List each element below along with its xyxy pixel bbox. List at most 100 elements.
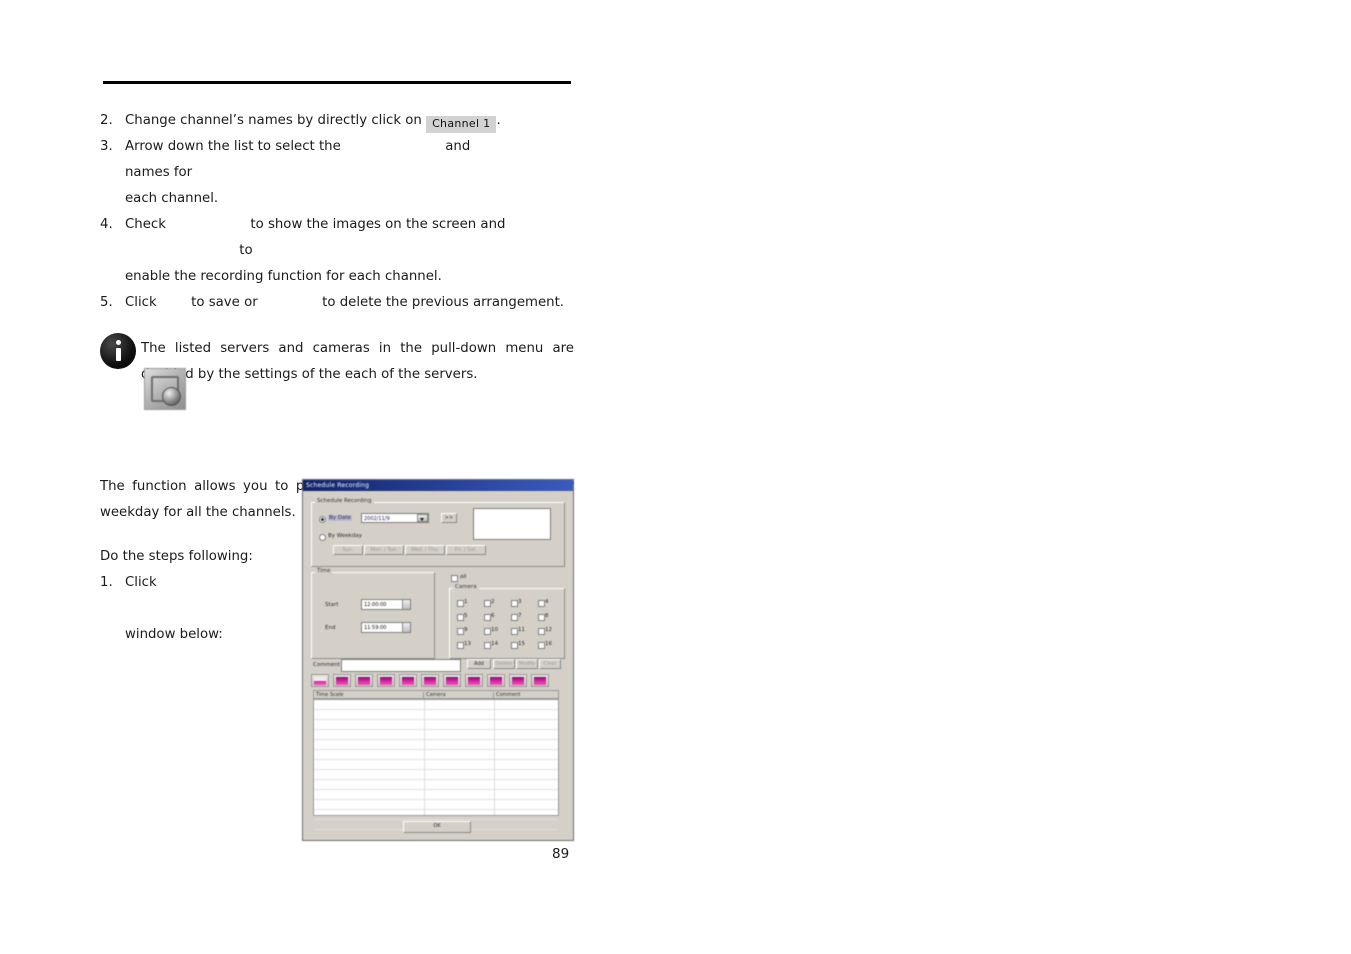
step3-text-b: and <box>445 139 471 154</box>
label-start: Start <box>325 602 339 608</box>
list-item: 4. Check to show the images on the scree… <box>100 212 574 290</box>
modify-button[interactable]: Modify <box>516 659 538 669</box>
weekday-button[interactable]: Mon. / Tue. <box>364 545 404 555</box>
camera-checkbox[interactable] <box>511 614 518 621</box>
table-row[interactable] <box>314 720 558 730</box>
camera-checkbox[interactable] <box>457 600 464 607</box>
camera-checkbox[interactable] <box>457 642 464 649</box>
channel-1-button[interactable]: Channel 1 <box>426 116 497 133</box>
table-row[interactable] <box>314 760 558 770</box>
step2-text: Change channel’s names by directly click… <box>125 113 422 128</box>
channel-toolbar-button[interactable] <box>333 674 351 687</box>
dialog-title-bar: Schedule Recording <box>303 480 573 491</box>
channel-thumb <box>534 677 546 685</box>
channel-toolbar-button[interactable] <box>443 674 461 687</box>
check-all[interactable] <box>451 575 458 582</box>
camera-checkbox[interactable] <box>511 628 518 635</box>
channel-toolbar-button[interactable] <box>311 674 329 687</box>
channel-toolbar-button[interactable] <box>355 674 373 687</box>
schedule-recording-dialog[interactable]: Schedule Recording Schedule Recording By… <box>302 479 574 841</box>
channel-toolbar-button[interactable] <box>531 674 549 687</box>
page-left: 2. Change channel’s names by directly cl… <box>0 0 675 954</box>
channel-toolbar-button[interactable] <box>377 674 395 687</box>
weekday-button[interactable]: Fri. / Sat. <box>446 545 486 555</box>
camera-checkbox[interactable] <box>538 614 545 621</box>
camera-checkbox[interactable] <box>484 600 491 607</box>
camera-checkbox[interactable] <box>457 614 464 621</box>
weekday-button[interactable]: Sun. <box>333 545 363 555</box>
step3-text-c: names for <box>125 165 193 180</box>
camera-checkbox-label: 9 <box>464 627 468 633</box>
camera-checkbox[interactable] <box>484 628 491 635</box>
camera-checkbox[interactable] <box>511 600 518 607</box>
table-row[interactable] <box>314 730 558 740</box>
step4-text-c: to <box>239 243 253 258</box>
camera-checkbox[interactable] <box>457 628 464 635</box>
camera-checkbox-label: 2 <box>491 599 495 605</box>
list-item: 2. Change channel’s names by directly cl… <box>100 108 574 134</box>
schedule-icon-lens <box>162 387 181 406</box>
delete-button[interactable]: Delete <box>493 659 515 669</box>
comment-input[interactable] <box>341 659 461 672</box>
add-date-button[interactable]: >> <box>441 513 457 523</box>
camera-checkbox[interactable] <box>511 642 518 649</box>
table-row[interactable] <box>314 700 558 710</box>
settled-time-box[interactable] <box>473 508 551 540</box>
list-text: Click to save or to delete the previous … <box>125 290 574 316</box>
camera-checkbox[interactable] <box>538 628 545 635</box>
start-time-spin-arrows[interactable] <box>402 600 410 609</box>
channel-toolbar-button[interactable] <box>421 674 439 687</box>
list-number: 4. <box>100 217 113 232</box>
camera-checkbox[interactable] <box>538 600 545 607</box>
table-row[interactable] <box>314 800 558 810</box>
step4-text-a: Check <box>125 217 166 232</box>
clear-button[interactable]: Clear <box>539 659 561 669</box>
step5-text-a: Click <box>125 295 157 310</box>
table-row[interactable] <box>314 710 558 720</box>
camera-checkbox-label: 7 <box>518 613 522 619</box>
channel-toolbar-button[interactable] <box>509 674 527 687</box>
table-row[interactable] <box>314 780 558 790</box>
end-time-spinner[interactable]: 11:59:00 <box>361 622 411 633</box>
table-row[interactable] <box>314 750 558 760</box>
chevron-down-icon[interactable] <box>417 514 428 522</box>
list-number: 5. <box>100 295 113 310</box>
camera-checkbox-label: 16 <box>545 641 552 647</box>
schedule-list-header: Time Scale Camera Comment <box>313 690 559 699</box>
date-combo[interactable]: 2002/11/9 <box>361 513 429 523</box>
date-combo-value: 2002/11/9 <box>364 515 390 522</box>
camera-checkbox[interactable] <box>538 642 545 649</box>
channel-toolbar-button[interactable] <box>399 674 417 687</box>
table-row[interactable] <box>314 770 558 780</box>
add-button[interactable]: Add <box>467 659 491 669</box>
list-divider <box>424 700 425 815</box>
end-time-spin-arrows[interactable] <box>402 623 410 632</box>
ok-button[interactable]: OK <box>403 821 471 833</box>
time-group <box>311 572 435 659</box>
table-row[interactable] <box>314 810 558 820</box>
channel-toolbar-button[interactable] <box>487 674 505 687</box>
camera-checkbox[interactable] <box>484 642 491 649</box>
step1-text-c: window below: <box>125 627 223 642</box>
end-time-value: 11:59:00 <box>364 625 387 631</box>
label-by-date: By Date <box>328 515 352 521</box>
label-by-weekday: By Weekday <box>328 533 362 539</box>
schedule-recording-icon[interactable] <box>144 368 186 410</box>
table-row[interactable] <box>314 790 558 800</box>
start-time-spinner[interactable]: 12:00:00 <box>361 599 411 610</box>
table-row[interactable] <box>314 740 558 750</box>
schedule-list-body[interactable] <box>313 699 559 830</box>
channel-thumb <box>402 677 414 685</box>
channel-toolbar <box>311 674 563 688</box>
radio-by-weekday[interactable] <box>319 534 326 541</box>
label-end: End <box>325 625 336 631</box>
list-number: 3. <box>100 139 113 154</box>
list-divider <box>494 700 495 815</box>
step4-text-b: to show the images on the screen and <box>250 217 506 232</box>
camera-checkbox-label: 12 <box>545 627 552 633</box>
camera-checkbox[interactable] <box>484 614 491 621</box>
radio-by-date[interactable] <box>319 516 326 523</box>
step4-text-d: enable the recording function for each c… <box>125 269 442 284</box>
weekday-button[interactable]: Wed. / Thu. <box>405 545 445 555</box>
channel-toolbar-button[interactable] <box>465 674 483 687</box>
